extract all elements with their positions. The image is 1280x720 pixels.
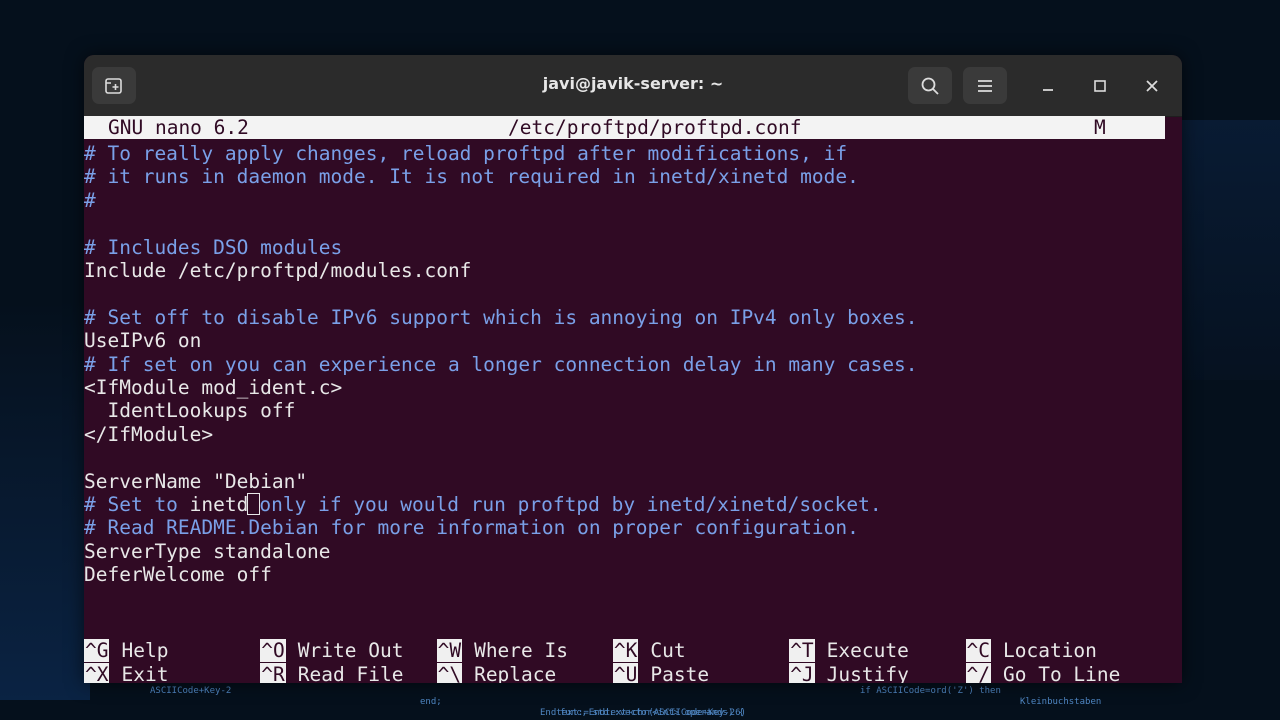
hamburger-menu-icon: [978, 79, 992, 92]
shortcut-label: Go To Line: [1002, 663, 1121, 683]
editor-line: </IfModule>: [84, 422, 214, 446]
editor-line: #: [84, 188, 96, 212]
shortcut-cut[interactable]: ^K Cut: [612, 639, 686, 662]
nano-modified-flag: M: [1094, 116, 1106, 139]
wallpaper-glow-left: [0, 300, 90, 700]
shortcut-label: Execute: [826, 639, 909, 662]
shortcut-label: Justify: [826, 663, 909, 683]
shortcut-paste[interactable]: ^U Paste: [612, 663, 710, 683]
nano-header-bar: GNU nano 6.2 /etc/proftpd/proftpd.conf M: [84, 116, 1165, 139]
shortcut-replace[interactable]: ^\ Replace: [436, 663, 557, 683]
nano-file-path: /etc/proftpd/proftpd.conf: [508, 116, 802, 139]
cursor-line-after: only if you would run proftpd by inetd/x…: [259, 493, 882, 516]
editor-line: # it runs in daemon mode. It is not requ…: [84, 165, 859, 189]
close-icon: [1146, 79, 1158, 92]
shortcut-read-file[interactable]: ^R Read File: [260, 663, 403, 683]
wallpaper-glow-right: [1180, 120, 1280, 380]
shortcut-key: ^\: [436, 663, 463, 683]
shortcut-label: Write Out: [297, 639, 404, 662]
shortcut-justify[interactable]: ^J Justify: [789, 663, 909, 683]
shortcut-label: Location: [1002, 639, 1097, 662]
shortcut-label: Cut: [650, 639, 686, 662]
shortcut-label: Replace: [474, 663, 557, 683]
window-title: javi@javik-server: ~: [542, 74, 724, 93]
shortcut-label: Exit: [121, 663, 169, 683]
titlebar: javi@javik-server: ~: [84, 55, 1182, 117]
shortcut-key: ^O: [260, 639, 286, 662]
wallpaper-code-snippet: Endtext:=Endtext+chr(ASCIICode+Key-26): [540, 708, 746, 718]
shortcut-write-out[interactable]: ^O Write Out: [260, 639, 403, 662]
new-tab-button[interactable]: [92, 67, 136, 104]
shortcut-location[interactable]: ^C Location: [965, 639, 1097, 662]
shortcut-where-is[interactable]: ^W Where Is: [436, 639, 568, 662]
shortcut-label: Where Is: [474, 639, 568, 662]
search-icon: [921, 77, 939, 95]
nano-version: GNU nano 6.2: [108, 116, 249, 139]
shortcut-go-to-line[interactable]: ^/ Go To Line: [965, 663, 1121, 683]
shortcut-key: ^/: [965, 663, 991, 683]
shortcut-key: ^U: [612, 663, 639, 683]
wallpaper-code-snippet: end;: [420, 697, 442, 707]
cursor-line-before: # Set to: [84, 493, 190, 516]
wallpaper-code-snippet: if ASCIICode=ord('Z') then: [860, 686, 1001, 696]
editor-line: Include /etc/proftpd/modules.conf: [84, 259, 472, 282]
maximize-icon: [1094, 79, 1106, 92]
editor-line: IdentLookups off: [84, 399, 296, 423]
terminal-window: javi@javik-server: ~ GNU nano 6.2 /etc/p…: [84, 55, 1182, 683]
editor-line: # To really apply changes, reload proftp…: [84, 142, 848, 165]
editor-line-cursor: # Set to inetd only if you would run prof…: [84, 493, 882, 516]
shortcut-label: Help: [121, 639, 169, 662]
wallpaper-code-snippet: ASCIICode+Key-2: [150, 686, 232, 696]
wallpaper-code-snippet: Kleinbuchstaben: [1020, 697, 1102, 707]
shortcut-label: Read File: [297, 663, 404, 683]
minimize-icon: [1043, 88, 1053, 91]
editor-line: DeferWelcome off: [84, 563, 272, 587]
close-button[interactable]: [1134, 67, 1170, 104]
shortcut-key: ^K: [612, 639, 639, 662]
shortcut-key: ^R: [260, 663, 286, 683]
maximize-button[interactable]: [1082, 67, 1118, 104]
menu-button[interactable]: [963, 67, 1007, 104]
shortcut-label: Paste: [650, 663, 710, 683]
shortcut-key: ^G: [84, 639, 110, 662]
minimize-button[interactable]: [1030, 67, 1066, 104]
shortcut-key: ^T: [789, 639, 815, 662]
shortcut-exit[interactable]: ^X Exit: [84, 663, 168, 683]
shortcut-key: ^C: [965, 639, 991, 662]
shortcut-key: ^W: [436, 639, 463, 662]
shortcut-key: ^J: [789, 663, 815, 683]
editor-line: ServerType standalone: [84, 539, 331, 563]
editor-line: <IfModule mod_ident.c>: [84, 376, 343, 399]
editor-line: ServerName "Debian": [84, 469, 308, 493]
shortcut-help[interactable]: ^G Help: [84, 639, 168, 662]
new-tab-icon: [105, 77, 122, 94]
terminal-area[interactable]: GNU nano 6.2 /etc/proftpd/proftpd.conf M…: [84, 116, 1182, 683]
search-button[interactable]: [908, 67, 952, 104]
wallpaper-code-bottom: ASCIICode+Key-2 end; func, std::vector<int…: [0, 684, 1280, 720]
editor-line: # If set on you can experience a longer …: [84, 352, 918, 376]
cursor-line-highlight: inetd: [189, 493, 249, 516]
editor-line: # Set off to disable IPv6 support which …: [84, 305, 918, 329]
editor-line: # Includes DSO modules: [84, 235, 343, 259]
shortcut-key: ^X: [84, 663, 110, 683]
shortcut-execute[interactable]: ^T Execute: [789, 639, 909, 662]
editor-line: UseIPv6 on: [84, 329, 202, 353]
editor-line: # Read README.Debian for more informatio…: [84, 516, 859, 540]
